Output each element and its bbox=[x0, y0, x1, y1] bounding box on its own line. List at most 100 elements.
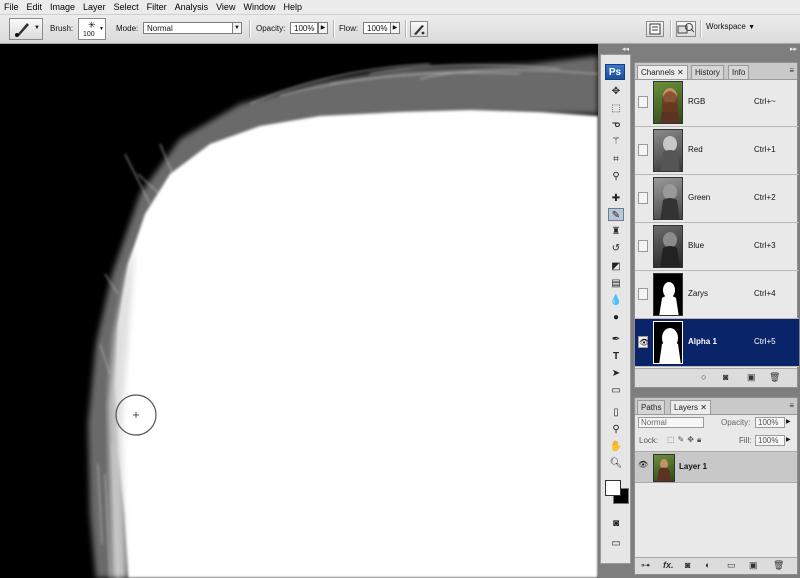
clone-stamp-icon[interactable]: ♜ bbox=[608, 225, 624, 238]
palette-well-button[interactable] bbox=[676, 21, 696, 37]
channels-footer: ○ ◙ ▣ 🗑︎ bbox=[635, 368, 797, 387]
tab-history[interactable]: History bbox=[691, 65, 724, 79]
panel-menu-icon[interactable]: ≡ bbox=[789, 401, 794, 410]
eraser-icon[interactable]: ◩ bbox=[608, 260, 624, 273]
collapse-icon[interactable]: ▸▸ bbox=[790, 45, 797, 53]
collapse-icon[interactable]: ◂◂ bbox=[622, 45, 629, 53]
document-canvas[interactable] bbox=[0, 44, 598, 578]
menu-help[interactable]: Help bbox=[279, 0, 306, 14]
eye-icon[interactable]: 👁︎ bbox=[638, 460, 648, 472]
blend-mode-select[interactable]: Normal bbox=[638, 417, 704, 428]
visibility-toggle[interactable] bbox=[638, 144, 648, 156]
tool-preset-picker[interactable]: ▼ bbox=[9, 18, 43, 40]
mask-icon[interactable]: ◙ bbox=[685, 560, 690, 570]
tab-paths[interactable]: Paths bbox=[637, 400, 666, 414]
menu-filter[interactable]: Filter bbox=[143, 0, 171, 14]
brush-picker[interactable]: ✳ 100 ▼ bbox=[78, 18, 106, 40]
chevron-right-icon[interactable]: ▶ bbox=[318, 22, 328, 34]
save-selection-icon[interactable]: ◙ bbox=[723, 372, 728, 382]
mode-select[interactable]: Normal bbox=[143, 22, 233, 34]
crop-icon[interactable]: ⌗ bbox=[608, 153, 624, 166]
tab-channels[interactable]: Channels ✕ bbox=[637, 65, 688, 79]
eyedropper2-icon[interactable]: ⚲ bbox=[608, 423, 624, 436]
channel-row-alpha-1[interactable]: 👁︎ Alpha 1 Ctrl+5 bbox=[635, 319, 799, 367]
eyedropper-icon[interactable]: ⚲ bbox=[608, 170, 624, 183]
eye-icon[interactable]: 👁︎ bbox=[638, 336, 649, 348]
file-browser-button[interactable] bbox=[646, 21, 664, 37]
menu-view[interactable]: View bbox=[212, 0, 239, 14]
layer-thumbnail bbox=[653, 454, 675, 482]
menu-bar: File Edit Image Layer Select Filter Analysis Vi… bbox=[0, 0, 800, 15]
foreground-color-swatch-top bbox=[605, 480, 621, 496]
channel-shortcut: Ctrl+1 bbox=[754, 145, 776, 154]
menu-layer[interactable]: Layer bbox=[79, 0, 110, 14]
layers-tab-bar: Paths Layers ✕ ≡ bbox=[635, 398, 797, 415]
move-icon[interactable]: ✥ bbox=[608, 85, 624, 98]
channel-row-blue[interactable]: Blue Ctrl+3 bbox=[635, 223, 799, 271]
shape-icon[interactable]: ▭ bbox=[608, 384, 624, 397]
layer-row[interactable]: 👁︎ Layer 1 bbox=[635, 451, 797, 483]
notes-icon[interactable]: ▯ bbox=[608, 406, 624, 419]
opacity-input[interactable]: 100% bbox=[290, 22, 318, 34]
chevron-right-icon[interactable]: ▶ bbox=[390, 22, 400, 34]
fx-icon[interactable]: fx. bbox=[663, 560, 674, 570]
layers-footer: ⊶ fx. ◙ ◐ ▭ ▣ 🗑︎ bbox=[635, 557, 797, 574]
pen-icon[interactable]: ✒ bbox=[608, 333, 624, 346]
menu-select[interactable]: Select bbox=[110, 0, 143, 14]
adjustment-icon[interactable]: ◐ bbox=[705, 560, 710, 570]
airbrush-toggle[interactable] bbox=[410, 21, 428, 37]
brush-icon[interactable]: ✎ bbox=[608, 208, 624, 221]
new-channel-icon[interactable]: ▣ bbox=[747, 372, 756, 383]
chevron-right-icon[interactable]: ▶ bbox=[786, 418, 791, 425]
visibility-toggle[interactable] bbox=[638, 96, 648, 108]
screen-mode-icon[interactable]: ▭ bbox=[608, 537, 624, 550]
zoom-icon[interactable]: 🔍︎ bbox=[608, 457, 624, 470]
lock-label: Lock: bbox=[639, 436, 659, 445]
lasso-icon[interactable]: ᓀ bbox=[608, 118, 624, 131]
blur-icon[interactable]: 💧 bbox=[608, 294, 624, 307]
channel-row-zarys[interactable]: Zarys Ctrl+4 bbox=[635, 271, 799, 319]
tab-layers[interactable]: Layers ✕ bbox=[670, 400, 711, 414]
channel-row-green[interactable]: Green Ctrl+2 bbox=[635, 175, 799, 223]
visibility-toggle[interactable] bbox=[638, 288, 648, 300]
type-icon[interactable]: T bbox=[608, 350, 624, 363]
lock-icons[interactable]: ⬚✎✥🔒︎ bbox=[667, 435, 704, 445]
link-icon[interactable]: ⊶ bbox=[641, 560, 650, 571]
layer-opacity-input[interactable]: 100% bbox=[755, 417, 785, 428]
folder-icon[interactable]: ▭ bbox=[727, 560, 736, 571]
trash-icon[interactable]: 🗑︎ bbox=[773, 560, 784, 571]
dodge-icon[interactable]: ● bbox=[608, 311, 624, 324]
trash-icon[interactable]: 🗑︎ bbox=[769, 372, 780, 383]
workspace-menu[interactable]: Workspace ▼ bbox=[706, 22, 755, 31]
load-selection-icon[interactable]: ○ bbox=[701, 372, 706, 382]
history-brush-icon[interactable]: ↺ bbox=[608, 242, 624, 255]
channel-row-rgb[interactable]: RGB Ctrl+~ bbox=[635, 79, 799, 127]
healing-brush-icon[interactable]: ✚ bbox=[608, 192, 624, 205]
tab-info[interactable]: Info bbox=[728, 65, 750, 79]
flow-input[interactable]: 100% bbox=[363, 22, 391, 34]
panel-menu-icon[interactable]: ≡ bbox=[789, 66, 794, 75]
fill-input[interactable]: 100% bbox=[755, 435, 785, 446]
chevron-right-icon[interactable]: ▶ bbox=[786, 436, 791, 443]
menu-analysis[interactable]: Analysis bbox=[171, 0, 213, 14]
quick-mask-icon[interactable]: ◙ bbox=[608, 517, 624, 530]
visibility-toggle[interactable] bbox=[638, 240, 648, 252]
menu-image[interactable]: Image bbox=[46, 0, 79, 14]
marquee-icon[interactable]: ⬚ bbox=[608, 102, 624, 115]
menu-file[interactable]: File bbox=[0, 0, 23, 14]
path-selection-icon[interactable]: ➤ bbox=[608, 367, 624, 380]
divider bbox=[405, 20, 407, 38]
channel-thumbnail bbox=[653, 81, 683, 124]
chevron-down-icon[interactable]: ▼ bbox=[232, 22, 242, 34]
channels-panel: Channels ✕ History Info ≡ RGB Ctrl+~ Red… bbox=[634, 62, 799, 388]
menu-window[interactable]: Window bbox=[239, 0, 279, 14]
menu-edit[interactable]: Edit bbox=[23, 0, 47, 14]
toolbox: Ps ✥ ⬚ ᓀ ⚚ ⌗ ⚲ ✚ ✎ ♜ ↺ ◩ ▤ 💧 ● ✒ T ➤ ▭ ▯… bbox=[600, 54, 631, 564]
chevron-down-icon: ▼ bbox=[99, 26, 104, 32]
new-layer-icon[interactable]: ▣ bbox=[749, 560, 758, 571]
gradient-icon[interactable]: ▤ bbox=[608, 277, 624, 290]
hand-icon[interactable]: ✋ bbox=[608, 440, 624, 453]
magic-wand-icon[interactable]: ⚚ bbox=[608, 135, 624, 148]
channel-row-red[interactable]: Red Ctrl+1 bbox=[635, 127, 799, 175]
visibility-toggle[interactable] bbox=[638, 192, 648, 204]
